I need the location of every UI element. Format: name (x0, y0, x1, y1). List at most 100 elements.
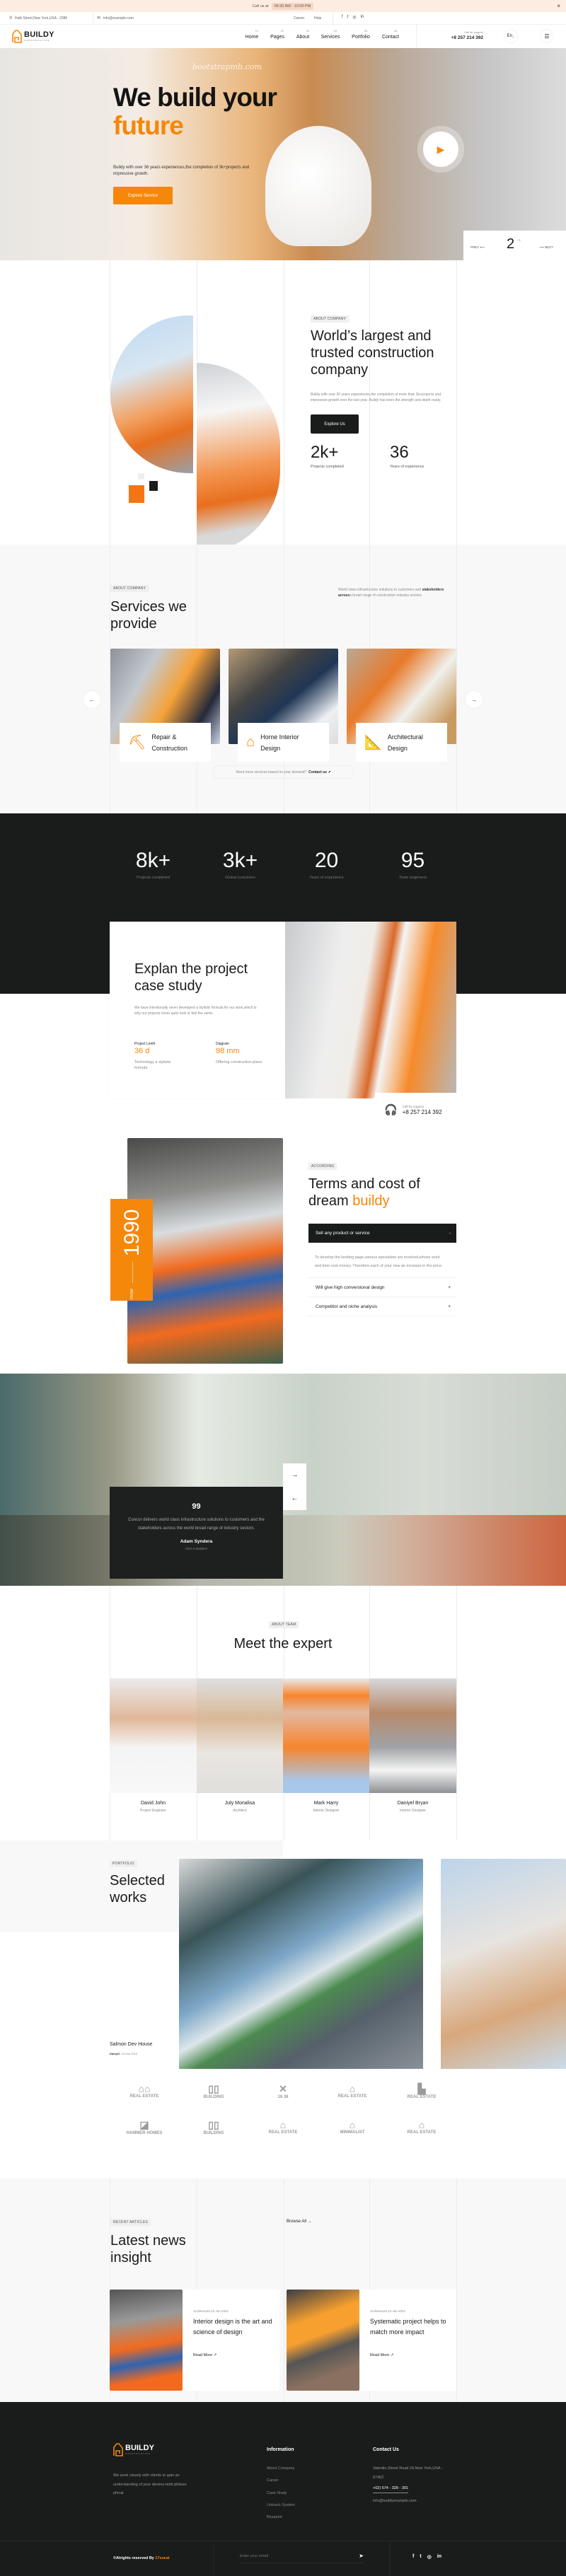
footer-link[interactable]: Career (267, 2475, 295, 2487)
email-input[interactable] (240, 2553, 339, 2558)
excavator-icon: ⛏ (128, 735, 146, 750)
expand-icon: + (448, 1304, 451, 1309)
prev-arrow-button[interactable]: ← (283, 1487, 306, 1510)
hero-title: We build your future (113, 83, 277, 140)
play-icon: ▶ (437, 143, 445, 155)
quote-icon: 99 (192, 1502, 201, 1511)
partner-logo: ▯▯ BUILDING (203, 2083, 224, 2099)
instagram-icon[interactable]: ◎ (427, 2554, 432, 2560)
since-badge: FROM 1990 (110, 1199, 153, 1301)
decor-square-dark (149, 481, 158, 491)
team-member[interactable]: Daniyel Bryan Interior Designer (369, 1678, 456, 1813)
section-tag: RECENT ARTICLES (110, 2219, 151, 2226)
announcement-hours: 09:30 AM - 10:00 PM (271, 2, 314, 10)
partner-logo: ⌂ REAL ESTATE (337, 2083, 367, 2099)
footer-link[interactable]: About Company (267, 2463, 295, 2475)
team-member[interactable]: David John Project Engineer (110, 1678, 197, 1813)
announcement-label: Call us at (252, 4, 269, 8)
service-card[interactable]: ⛏ Repair & Construction (110, 649, 220, 762)
work-image-main[interactable] (179, 1859, 423, 2071)
instagram-icon[interactable]: ◎ (352, 15, 356, 20)
facebook-icon[interactable]: f (412, 2554, 414, 2560)
facebook-icon[interactable]: f (342, 15, 343, 20)
team-member[interactable]: Mark Harry Interior Designer (283, 1678, 369, 1813)
close-icon[interactable]: × (557, 3, 560, 9)
article-card[interactable]: Architecture,13 Jun 2021 Interior design… (110, 2290, 279, 2391)
support-phone[interactable]: Call for support +8 257 214 392 (446, 30, 483, 40)
interior-icon: ⌂ (246, 734, 255, 750)
announcement-bar: Call us at 09:30 AM - 10:00 PM × (0, 0, 566, 12)
footer-link[interactable]: Case Study (267, 2488, 295, 2500)
nav-item-pages[interactable]: 02 Pages (265, 29, 290, 40)
logo[interactable]: BUILDY CONSTRUCTION (12, 29, 54, 43)
linkedin-icon[interactable]: in (361, 15, 364, 20)
house-logo-icon (113, 2443, 123, 2456)
nav-item-contact[interactable]: 06 Contact (376, 29, 405, 40)
read-more-link[interactable]: Read More ↗ (370, 2353, 449, 2357)
article-card[interactable]: Architecture,13 Jun 2021 Systematic proj… (287, 2290, 456, 2391)
partner-logo: ⌂ MINIMALIST (340, 2119, 365, 2135)
logo-text: BUILDY (24, 30, 54, 39)
section-tag: ABOUT COMPANY (311, 315, 350, 323)
nav-item-about[interactable]: 03 About (290, 29, 316, 40)
twitter-icon[interactable]: t (420, 2554, 421, 2560)
browse-all-link[interactable]: Browse All → (287, 2220, 312, 2224)
blueprint-icon: 📐 (364, 735, 382, 750)
nav-item-services[interactable]: 04 Services (316, 29, 345, 40)
brand-link[interactable]: 17sucai (155, 2556, 169, 2560)
slide-current: 2 (507, 236, 515, 252)
member-photo (283, 1678, 369, 1793)
info-bar: ⚲ Halk Street,New York,USA - 2386 ✉ info… (0, 12, 566, 25)
help-link[interactable]: Help (314, 16, 321, 21)
accordion-item[interactable]: Competitor and niche analysis + (308, 1297, 456, 1316)
prev-slide-button[interactable]: PREV ⟵ (470, 245, 485, 250)
case-study-text: We have intentionally never developed a … (134, 1006, 257, 1016)
partner-logo: ⌂⌂ REAL ESTATE (129, 2083, 159, 2099)
support-box[interactable]: 🎧 Call for support +8 257 214 392 (375, 1093, 456, 1127)
footer-email[interactable]: info@buildyexample.com (373, 2499, 417, 2503)
hamburger-menu-button[interactable]: ☰ (540, 29, 554, 43)
carousel-next-button[interactable]: → (466, 691, 483, 708)
expand-icon: + (448, 1284, 451, 1290)
explore-service-button[interactable]: Explore Service (113, 187, 173, 204)
copyright: ©Alrights reserved By 17sucai (113, 2556, 170, 2560)
play-video-button[interactable]: ▶ (423, 132, 458, 167)
footer-phone[interactable]: +02) 574 - 328 - 301 (373, 2486, 408, 2493)
accordion-item-open[interactable]: Sell any product or service - (308, 1224, 456, 1243)
twitter-icon[interactable]: t (347, 15, 349, 20)
next-arrow-button[interactable]: → (283, 1463, 306, 1487)
footer-logo[interactable]: BUILDY CONSTRUCTION (113, 2442, 154, 2456)
stat-item: 3k+ Global customers (222, 849, 258, 880)
footer-link[interactable]: Blueprint (267, 2512, 295, 2524)
linkedin-icon[interactable]: in (437, 2554, 441, 2560)
explore-us-button[interactable]: Explore Us (311, 414, 359, 434)
hero: bootstrapmb.com We build your future Buil… (0, 48, 566, 260)
email-link[interactable]: info@example.com (103, 16, 134, 21)
nav-item-home[interactable]: 01 Home (239, 29, 265, 40)
contact-us-link[interactable]: Contact us ↗ (308, 770, 330, 774)
service-card[interactable]: 📐 Architectural Design (347, 649, 456, 762)
footer-info-links: About Company Career Case Study Unloack … (267, 2463, 295, 2524)
service-card[interactable]: ⌂ Home Interior Design (229, 649, 338, 762)
send-icon[interactable]: ➤ (359, 2553, 364, 2559)
newsletter-form: ➤ (240, 2549, 364, 2563)
footer-address: Valentin,Street Road 24,New York,USA - 6… (373, 2466, 443, 2480)
stat-item: 95 Team engineers (398, 849, 427, 880)
carousel-prev-button[interactable]: ← (83, 691, 100, 708)
nav-item-portfolio[interactable]: 05 Portfolio (345, 29, 376, 40)
next-slide-button[interactable]: ⟶ NEXT (539, 245, 553, 250)
watermark: bootstrapmb.com (192, 62, 262, 71)
read-more-link[interactable]: Read More ↗ (193, 2353, 272, 2357)
decor-square-orange (129, 485, 144, 503)
section-tag: ABOUT COMPANY (110, 585, 149, 592)
work-image-next[interactable] (441, 1859, 566, 2071)
slide-counter: PREV ⟵ 2 / 3 ⟶ NEXT (463, 231, 566, 260)
hero-helmet-image (265, 126, 371, 246)
team-member[interactable]: July Monalisa Architect (197, 1678, 283, 1813)
member-photo (369, 1678, 456, 1793)
footer-link[interactable]: Unloack System (267, 2500, 295, 2512)
language-select[interactable]: En ⌄ (504, 29, 518, 43)
work-caption[interactable]: Salmon Dev House Daniyel- 03 Mar 2019 (110, 2042, 163, 2055)
accordion-item[interactable]: Will give high conversional design + (308, 1278, 456, 1297)
career-link[interactable]: Career (294, 16, 304, 21)
